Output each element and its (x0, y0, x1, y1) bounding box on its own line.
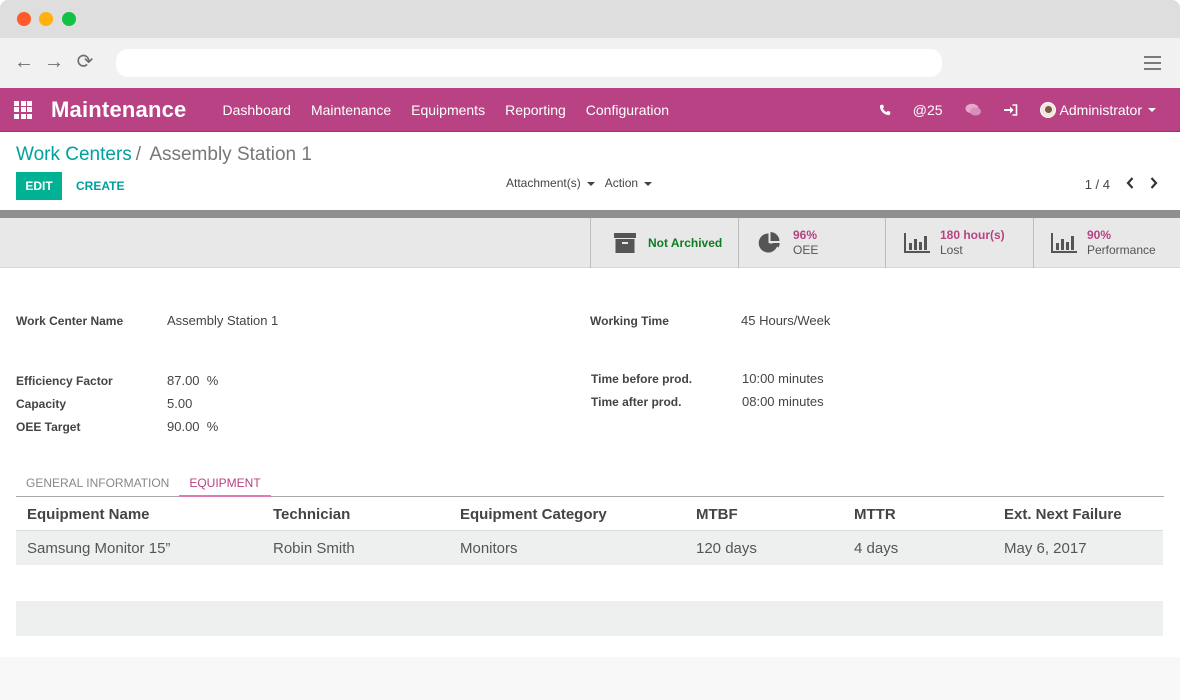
column-technician[interactable]: Technician (273, 506, 350, 523)
user-name: Administrator (1059, 102, 1142, 118)
column-equipment-category[interactable]: Equipment Category (460, 506, 607, 523)
bar-chart-icon (904, 233, 930, 253)
user-menu[interactable]: Administrator (1039, 102, 1156, 118)
performance-label: Performance (1087, 243, 1156, 257)
archived-status: Not Archived (648, 236, 723, 250)
breadcrumb-separator: / (135, 144, 142, 165)
action-label: Action (604, 176, 639, 190)
column-mtbf[interactable]: MTBF (696, 506, 738, 523)
work-center-form: Work Center Name Assembly Station 1 Work… (0, 268, 1180, 458)
cell-equipment-category: Monitors (460, 539, 518, 557)
menu-equipments[interactable]: Equipments (411, 102, 485, 118)
breadcrumb-current: Assembly Station 1 (149, 144, 312, 165)
pager-value[interactable]: 1 / 4 (1085, 177, 1110, 192)
performance-value: 90% (1087, 228, 1112, 242)
reload-icon[interactable]: ⟳ (74, 51, 96, 73)
table-header: Equipment Name Technician Equipment Cate… (16, 498, 1163, 531)
oee-target-value: 90.00 % (167, 419, 219, 434)
lost-value: 180 hour(s) (940, 228, 1005, 242)
work-center-name-value: Assembly Station 1 (167, 313, 279, 328)
pager-previous-icon[interactable] (1126, 176, 1134, 192)
page-footer (0, 657, 1180, 700)
working-time-label: Working Time (590, 314, 669, 328)
time-before-prod-label: Time before prod. (591, 372, 693, 386)
archive-toggle-button[interactable]: Not Archived (590, 218, 738, 268)
efficiency-factor-label: Efficiency Factor (16, 374, 113, 388)
capacity-value: 5.00 (167, 396, 193, 411)
tab-equipment[interactable]: EQUIPMENT (179, 470, 271, 497)
menu-maintenance[interactable]: Maintenance (311, 102, 391, 118)
address-bar-input[interactable] (116, 49, 942, 77)
oee-label: OEE (793, 243, 819, 257)
mentions-counter[interactable]: @25 (913, 102, 943, 118)
chatter-placeholder (16, 601, 1163, 636)
column-next-failure[interactable]: Ext. Next Failure (1004, 506, 1122, 523)
browser-titlebar (0, 0, 1180, 38)
maximize-window-button[interactable] (62, 12, 76, 26)
bar-chart-icon (1051, 233, 1077, 253)
lost-stat-button[interactable]: 180 hour(s) Lost (885, 218, 1033, 268)
browser-menu-icon[interactable] (1144, 56, 1161, 70)
cell-mtbf: 120 days (696, 539, 757, 557)
pager-next-icon[interactable] (1150, 176, 1158, 192)
equipment-table: Equipment Name Technician Equipment Cate… (16, 498, 1163, 565)
phone-icon[interactable] (879, 104, 891, 116)
breadcrumb-work-centers[interactable]: Work Centers (16, 144, 132, 165)
attachments-dropdown[interactable]: Attachment(s) (506, 176, 595, 190)
create-button[interactable]: CREATE (72, 172, 128, 200)
browser-toolbar: ← → ⟳ (0, 38, 1180, 88)
working-time-value: 45 Hours/Week (741, 313, 831, 328)
cell-next-failure: May 6, 2017 (1004, 539, 1087, 557)
cell-technician: Robin Smith (273, 539, 355, 557)
cell-mttr: 4 days (854, 539, 899, 557)
sheet-top-border (0, 210, 1180, 218)
action-dropdown[interactable]: Action (604, 176, 653, 190)
attachments-label: Attachment(s) (506, 176, 581, 190)
capacity-label: Capacity (16, 397, 67, 411)
menu-configuration[interactable]: Configuration (586, 102, 669, 118)
menu-dashboard[interactable]: Dashboard (222, 102, 291, 118)
menu-reporting[interactable]: Reporting (505, 102, 566, 118)
pie-chart-icon (757, 231, 783, 255)
apps-grid-icon[interactable] (14, 100, 34, 120)
systray: @25 Administrator (857, 88, 1180, 132)
app-title[interactable]: Maintenance (51, 97, 186, 123)
forward-arrow-icon[interactable]: → (43, 51, 65, 73)
column-mttr[interactable]: MTTR (854, 506, 896, 523)
stat-button-box: Not Archived 96% OEE 180 hour(s) Lost 90% P… (0, 218, 1180, 268)
edit-button[interactable]: EDIT (16, 172, 62, 200)
time-after-prod-label: Time after prod. (591, 395, 682, 409)
sidebar-actions: Attachment(s) Action (506, 176, 653, 190)
minimize-window-button[interactable] (39, 12, 53, 26)
oee-stat-button[interactable]: 96% OEE (738, 218, 886, 268)
caret-down-icon (644, 181, 653, 186)
performance-stat-button[interactable]: 90% Performance (1033, 218, 1180, 268)
table-row[interactable]: Samsung Monitor 15” Robin Smith Monitors… (16, 531, 1163, 565)
archive-box-icon (612, 233, 638, 253)
app-navbar: Maintenance Dashboard Maintenance Equipm… (0, 88, 1180, 132)
efficiency-factor-value: 87.00 % (167, 373, 219, 388)
avatar (1039, 102, 1056, 118)
caret-down-icon (586, 181, 595, 186)
chat-icon[interactable] (965, 103, 982, 117)
lost-label: Lost (940, 243, 963, 257)
cell-equipment-name: Samsung Monitor 15” (27, 539, 171, 557)
time-before-prod-value: 10:00 minutes (742, 371, 824, 386)
pager: 1 / 4 (1085, 176, 1158, 192)
close-window-button[interactable] (17, 12, 31, 26)
back-arrow-icon[interactable]: ← (13, 51, 35, 73)
column-equipment-name[interactable]: Equipment Name (27, 506, 150, 523)
control-panel: Work Centers / Assembly Station 1 EDIT CR… (0, 132, 1180, 210)
caret-down-icon (1148, 108, 1156, 112)
breadcrumb: Work Centers / Assembly Station 1 (16, 144, 312, 166)
notebook-tabs: GENERAL INFORMATION EQUIPMENT (16, 470, 1164, 497)
work-center-name-label: Work Center Name (16, 314, 124, 328)
tab-general-information[interactable]: GENERAL INFORMATION (16, 470, 179, 497)
oee-target-label: OEE Target (16, 420, 81, 434)
sign-in-icon[interactable] (1003, 104, 1018, 116)
oee-value: 96% (793, 228, 818, 242)
time-after-prod-value: 08:00 minutes (742, 394, 824, 409)
